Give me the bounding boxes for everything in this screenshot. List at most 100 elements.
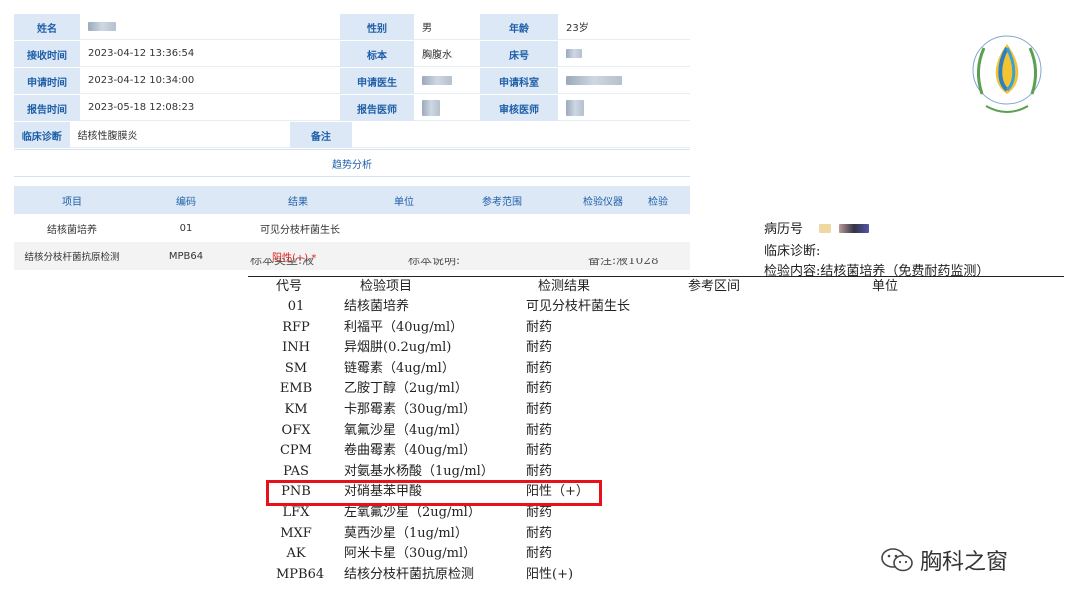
col-truncated[interactable]: 检验 — [648, 193, 690, 208]
gender-label: 性别 — [340, 14, 414, 40]
hdr-reference: 参考区间 — [688, 279, 741, 294]
report-row-item: 对氨基水杨酸（1ug/ml） — [344, 463, 494, 479]
diagnosis-value: 结核性腹膜炎 — [69, 122, 290, 148]
diagnosis-label: 临床诊断 — [14, 122, 70, 148]
specimen-label: 标本 — [340, 41, 414, 67]
name-value-redacted — [80, 14, 340, 40]
bed-label: 床号 — [480, 41, 558, 67]
row-code: 01 — [179, 222, 193, 234]
apply-dept-label: 申请科室 — [480, 68, 558, 94]
watermark: 胸科之窗 — [880, 544, 1008, 576]
report-row-code: PAS — [283, 463, 309, 479]
report-row-code: INH — [282, 340, 310, 356]
table-row[interactable]: 结核菌培养 01 可见分枝杆菌生长 — [14, 214, 690, 242]
cut-text-1: 标本类型:液 — [250, 258, 315, 267]
report-row-item: 氧氟沙星（4ug/ml） — [344, 422, 468, 438]
report-row-result: 耐药 — [526, 381, 553, 397]
gender-value: 男 — [414, 14, 480, 40]
apply-doctor-label: 申请医生 — [340, 68, 414, 94]
apply-doctor-redacted — [414, 68, 480, 94]
report-row-code: RFP — [282, 319, 310, 335]
cut-text-2: 标本说明: — [408, 258, 461, 267]
report-row-item: 链霉素（4ug/ml） — [344, 360, 455, 376]
cut-off-line: 标本类型:液 标本说明: 备注:液1028 — [248, 258, 708, 272]
report-row-code: AK — [286, 546, 306, 562]
col-unit[interactable]: 单位 — [362, 193, 446, 208]
hdr-item: 检验项目 — [360, 279, 413, 294]
row-code: MPB64 — [168, 250, 204, 262]
hdr-unit: 单位 — [872, 279, 899, 294]
report-row-code: LFX — [282, 505, 310, 520]
receive-time-label: 接收时间 — [14, 41, 80, 67]
col-instrument[interactable]: 检验仪器 — [558, 193, 648, 208]
hdr-result: 检测结果 — [538, 279, 591, 294]
report-row-result: 耐药 — [526, 525, 553, 541]
report-row-item: 左氧氟沙星（2ug/ml） — [344, 505, 481, 520]
form-row-5: 临床诊断 结核性腹膜炎 备注 — [14, 122, 690, 148]
watermark-text: 胸科之窗 — [920, 550, 1009, 575]
record-number-redacted-2 — [839, 224, 870, 233]
report-doctor-redacted — [414, 95, 480, 121]
report-row-result: 耐药 — [526, 360, 553, 376]
report-row-result: 耐药 — [526, 340, 553, 356]
wechat-icon — [881, 548, 913, 572]
grid-header: 项目 编码 结果 单位 参考范围 检验仪器 检验 — [14, 186, 690, 214]
report-row-item: 卡那霉素（30ug/ml） — [344, 402, 477, 417]
remark-label: 备注 — [289, 122, 352, 148]
col-reference[interactable]: 参考范围 — [446, 193, 558, 208]
apply-time-value: 2023-04-12 10:34:00 — [80, 68, 340, 94]
apply-dept-redacted — [558, 68, 690, 94]
report-row-item: 利福平（40ug/ml） — [344, 319, 464, 335]
hdr-code: 代号 — [276, 279, 303, 294]
trend-analysis-link[interactable]: 趋势分析 — [14, 149, 690, 177]
report-row-item: 异烟肼(0.2ug/ml) — [344, 340, 452, 356]
apply-time-label: 申请时间 — [14, 68, 80, 94]
report-time-label: 报告时间 — [14, 95, 80, 121]
report-row-code: OFX — [281, 422, 311, 438]
header-rule — [248, 276, 1064, 277]
form-row-2: 接收时间 2023-04-12 13:36:54 标本 胸腹水 床号 — [14, 41, 690, 67]
report-row-code: SM — [284, 360, 308, 376]
remark-value — [352, 122, 690, 148]
age-label: 年龄 — [480, 14, 558, 40]
form-row-4: 报告时间 2023-05-18 12:08:23 报告医师 审核医师 — [14, 95, 690, 121]
report-row-result: 阳性(+) — [526, 566, 574, 582]
review-doctor-redacted — [558, 95, 690, 121]
row-item: 结核分枝杆菌抗原检测 — [24, 252, 120, 263]
report-row-item: 莫西沙星（1ug/ml） — [344, 525, 468, 541]
report-row-result: 耐药 — [526, 422, 553, 438]
record-number-label: 病历号 — [764, 222, 804, 237]
report-row-item: 乙胺丁醇（2ug/ml） — [344, 381, 468, 397]
specimen-value: 胸腹水 — [414, 41, 480, 67]
report-row-result: 耐药 — [526, 402, 553, 417]
col-item[interactable]: 项目 — [14, 193, 130, 208]
clinical-diagnosis-line: 临床诊断: — [764, 244, 821, 259]
report-row-code: MPB64 — [276, 566, 325, 582]
col-result[interactable]: 结果 — [242, 193, 362, 208]
report-row-result: 耐药 — [526, 319, 553, 335]
report-row-code: EMB — [279, 381, 313, 397]
report-time-value: 2023-05-18 12:08:23 — [80, 95, 340, 121]
form-row-1: 姓名 性别 男 年龄 23岁 — [14, 14, 690, 40]
report-row-result: 耐药 — [526, 505, 553, 520]
bed-value-redacted — [558, 41, 690, 67]
report-doctor-label: 报告医师 — [340, 95, 414, 121]
age-value: 23岁 — [558, 14, 690, 40]
report-row-item: 结核菌培养 — [344, 299, 410, 314]
highlight-box-pnb — [266, 480, 602, 506]
report-row-result: 耐药 — [526, 463, 553, 479]
report-row-item: 阿米卡星（30ug/ml） — [344, 546, 477, 562]
hospital-seal-icon — [972, 35, 1042, 113]
receive-time-value: 2023-04-12 13:36:54 — [80, 41, 340, 67]
row-result: 可见分枝杆菌生长 — [260, 224, 340, 236]
row-item: 结核菌培养 — [47, 224, 97, 236]
report-row-code: CPM — [279, 443, 312, 459]
record-number-line: 病历号 — [764, 218, 870, 237]
report-row-code: 01 — [287, 299, 305, 314]
report-row-result: 耐药 — [526, 546, 553, 562]
patient-info-form: 姓名 性别 男 年龄 23岁 接收时间 2023-04-12 13:36:54 … — [14, 14, 690, 177]
col-code[interactable]: 编码 — [130, 193, 242, 208]
report-row-result: 耐药 — [526, 443, 553, 459]
report-row-code: KM — [284, 402, 308, 417]
review-doctor-label: 审核医师 — [480, 95, 558, 121]
